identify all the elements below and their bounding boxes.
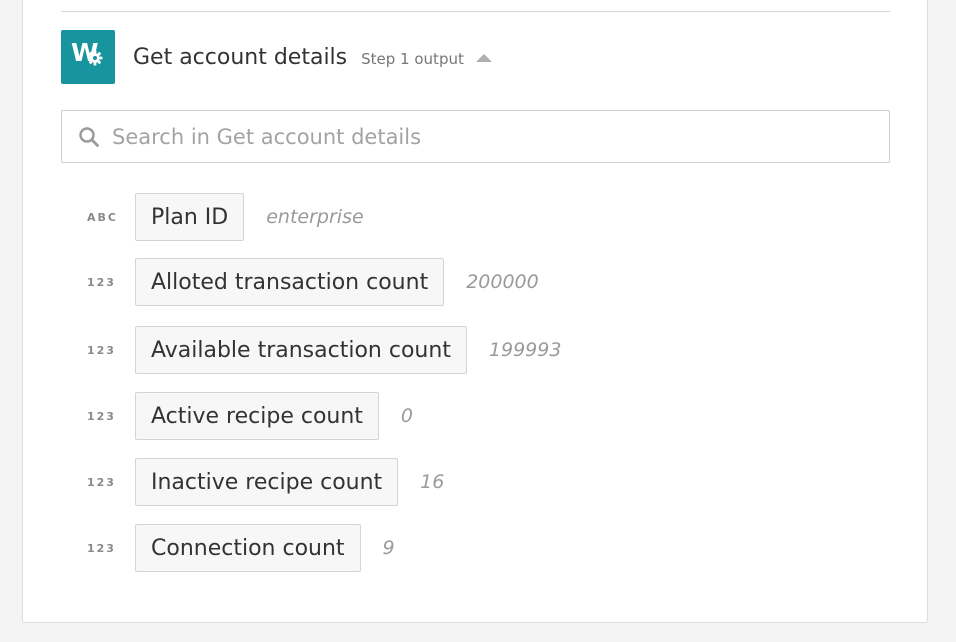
field-row-inactive-recipe-count: 123 Inactive recipe count 16 [87,458,444,506]
field-value: 0 [400,405,414,427]
type-badge: ABC [87,210,118,224]
search-input[interactable] [110,123,874,150]
search-field[interactable] [61,110,890,163]
field-pill[interactable]: Plan ID [135,193,245,241]
field-pill[interactable]: Inactive recipe count [135,458,399,506]
type-badge: 123 [87,275,116,289]
field-row-plan-id: ABC Plan ID enterprise [87,193,364,241]
field-value: 200000 [466,271,539,293]
field-value: 199993 [488,339,562,361]
step-output-panel: W Get account details Step 1 output Sear… [22,0,928,623]
type-badge: 123 [87,409,116,423]
field-row-connection-count: 123 Connection count 9 [87,524,395,572]
field-pill[interactable]: Alloted transaction count [135,258,445,306]
field-value: 16 [420,471,445,493]
field-row-alloted-transaction-count: 123 Alloted transaction count 200000 [87,258,539,306]
field-pill[interactable]: Connection count [135,524,361,572]
field-value: 9 [382,537,395,559]
type-badge: 123 [87,541,116,555]
step-title: Get account details [133,44,348,70]
step-header[interactable]: W Get account details Step 1 output [61,30,492,84]
field-pill[interactable]: Available transaction count [135,326,467,374]
field-value: enterprise [266,206,364,228]
type-badge: 123 [87,343,116,357]
field-row-available-transaction-count: 123 Available transaction count 199993 [87,326,561,374]
step-output-label: Step 1 output [361,50,464,68]
search-icon [79,126,99,147]
type-badge: 123 [87,475,116,489]
divider [61,11,890,12]
field-row-active-recipe-count: 123 Active recipe count 0 [87,392,413,440]
gear-icon [87,50,103,66]
workato-app-icon: W [61,30,115,84]
field-pill[interactable]: Active recipe count [135,392,379,440]
caret-up-icon[interactable] [475,54,492,62]
